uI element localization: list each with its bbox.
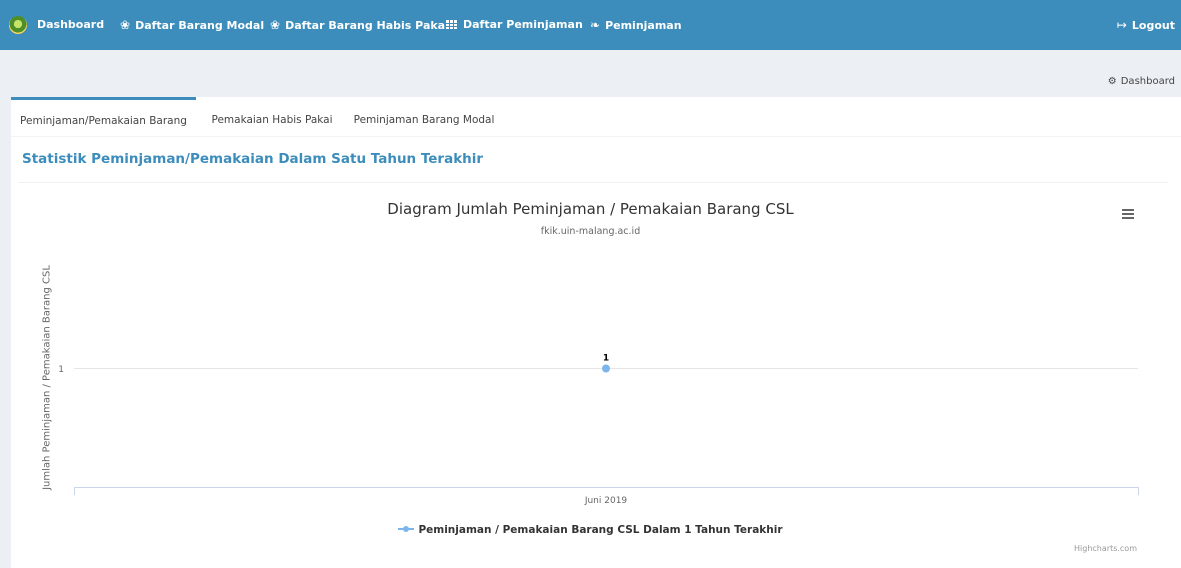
legend-item[interactable]: Peminjaman / Pemakaian Barang CSL Dalam … bbox=[0, 524, 1181, 536]
y-tick-label: 1 bbox=[58, 365, 64, 375]
data-label: 1 bbox=[603, 354, 609, 364]
data-point bbox=[602, 364, 610, 373]
chart: Diagram Jumlah Peminjaman / Pemakaian Ba… bbox=[0, 0, 1181, 568]
chart-credits[interactable]: Highcharts.com bbox=[1074, 544, 1137, 553]
legend-line-marker-icon bbox=[398, 525, 415, 533]
x-tick-label: Juni 2019 bbox=[584, 496, 628, 506]
legend-label: Peminjaman / Pemakaian Barang CSL Dalam … bbox=[418, 524, 783, 536]
plot-area: 1 Juni 2019 1 bbox=[58, 353, 1139, 506]
